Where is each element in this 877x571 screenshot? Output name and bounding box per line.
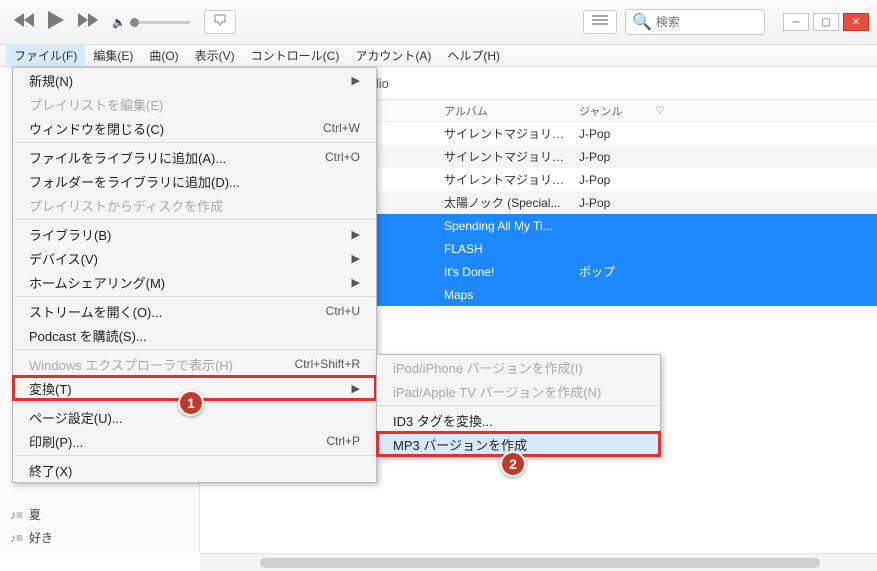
col-header-heart[interactable]: ♡ xyxy=(645,104,675,117)
list-view-button[interactable] xyxy=(583,10,617,34)
sidebar-playlists: ♪≡夏 ♪≡好き xyxy=(0,499,200,553)
horizontal-scrollbar[interactable] xyxy=(200,553,877,571)
menu-item[interactable]: ウィンドウを閉じる(C)Ctrl+W xyxy=(13,116,376,140)
playlist-item[interactable]: ♪≡夏 xyxy=(0,503,200,526)
col-header-genre[interactable]: ジャンル xyxy=(575,103,645,119)
submenu-item: iPod/iPhone バージョンを作成(I) xyxy=(377,355,660,379)
menu-item[interactable]: デバイス(V)▶ xyxy=(13,246,376,270)
volume-control[interactable]: 🔈 xyxy=(112,16,190,29)
menu-file[interactable]: ファイル(F) xyxy=(6,45,85,66)
scrollbar-thumb[interactable] xyxy=(260,558,820,568)
search-box[interactable]: 🔍 xyxy=(625,9,765,35)
volume-slider-track[interactable] xyxy=(130,21,190,24)
menu-item: プレイリストを編集(E) xyxy=(13,92,376,116)
playlist-icon: ♪≡ xyxy=(10,508,23,522)
callout-badge-2: 2 xyxy=(500,451,526,477)
convert-submenu: iPod/iPhone バージョンを作成(I)iPad/Apple TV バージ… xyxy=(376,354,661,457)
menu-account[interactable]: アカウント(A) xyxy=(347,45,439,66)
col-header-album[interactable]: アルバム xyxy=(440,103,575,119)
volume-slider-thumb[interactable] xyxy=(130,18,139,27)
maximize-button[interactable]: ▢ xyxy=(813,13,839,31)
menu-item[interactable]: 終了(X) xyxy=(13,458,376,482)
menu-song[interactable]: 曲(O) xyxy=(141,45,186,66)
menu-view[interactable]: 表示(V) xyxy=(187,45,243,66)
menu-item[interactable]: フォルダーをライブラリに追加(D)... xyxy=(13,169,376,193)
volume-icon: 🔈 xyxy=(112,16,126,29)
previous-track-icon[interactable] xyxy=(14,13,34,32)
menu-item[interactable]: ライブラリ(B)▶ xyxy=(13,222,376,246)
playlist-icon: ♪≡ xyxy=(10,531,23,545)
menu-item[interactable]: ホームシェアリング(M)▶ xyxy=(13,270,376,294)
menu-help[interactable]: ヘルプ(H) xyxy=(439,45,508,66)
menu-item[interactable]: 新規(N)▶ xyxy=(13,68,376,92)
submenu-item[interactable]: ID3 タグを変換... xyxy=(377,408,660,432)
menu-item[interactable]: 印刷(P)...Ctrl+P xyxy=(13,429,376,453)
menu-item[interactable]: Podcast を購読(S)... xyxy=(13,323,376,347)
top-controls: 🔈 🔍 ─ ▢ ✕ xyxy=(0,0,877,45)
menu-item: Windows エクスプローラで表示(H)Ctrl+Shift+R xyxy=(13,352,376,376)
menu-edit[interactable]: 編集(E) xyxy=(85,45,141,66)
menu-bar: ファイル(F) 編集(E) 曲(O) 表示(V) コントロール(C) アカウント… xyxy=(0,45,877,67)
minimize-button[interactable]: ─ xyxy=(783,13,809,31)
search-icon: 🔍 xyxy=(632,12,652,32)
file-menu-dropdown: 新規(N)▶プレイリストを編集(E)ウィンドウを閉じる(C)Ctrl+W ファイル… xyxy=(12,67,377,483)
menu-control[interactable]: コントロール(C) xyxy=(243,45,348,66)
close-button[interactable]: ✕ xyxy=(843,13,869,31)
menu-item: プレイリストからディスクを作成 xyxy=(13,193,376,217)
search-input[interactable] xyxy=(656,15,758,29)
submenu-item: iPad/Apple TV バージョンを作成(N) xyxy=(377,379,660,403)
next-track-icon[interactable] xyxy=(78,13,98,32)
menu-item[interactable]: ファイルをライブラリに追加(A)...Ctrl+O xyxy=(13,145,376,169)
callout-badge-1: 1 xyxy=(178,390,204,416)
window-controls: ─ ▢ ✕ xyxy=(783,13,869,31)
playlist-item[interactable]: ♪≡好き xyxy=(0,526,200,549)
right-controls: 🔍 ─ ▢ ✕ xyxy=(583,9,869,35)
playback-controls xyxy=(14,11,98,34)
play-icon[interactable] xyxy=(48,11,64,34)
airplay-button[interactable] xyxy=(204,10,236,34)
menu-item[interactable]: ストリームを開く(O)...Ctrl+U xyxy=(13,299,376,323)
